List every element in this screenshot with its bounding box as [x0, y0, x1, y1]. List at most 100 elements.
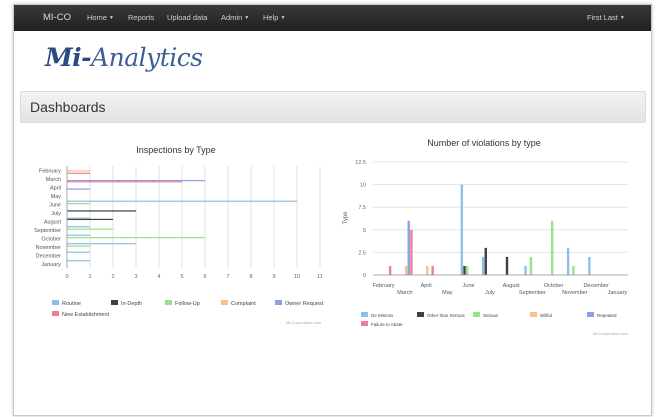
legend-label: New Establishment	[62, 312, 110, 318]
bar	[67, 245, 90, 247]
y-tick-label: 7.5	[358, 205, 366, 211]
bar	[67, 172, 90, 174]
bar	[67, 188, 90, 190]
bar	[588, 256, 591, 275]
legend-label: Owner Request	[285, 301, 324, 307]
x-tick-label: July	[485, 290, 495, 296]
legend-label: Failure to Abate	[371, 322, 403, 327]
x-tick-label: 1	[88, 274, 91, 280]
bar	[67, 260, 90, 262]
bar	[67, 181, 182, 183]
bar	[529, 256, 533, 275]
bar	[67, 203, 90, 205]
y-tick-label: December	[36, 253, 62, 259]
bar	[524, 265, 527, 275]
legend-label: Willful	[540, 313, 552, 318]
y-tick-label: 5	[363, 228, 366, 234]
bar	[550, 220, 554, 275]
legend-label: Serious	[483, 313, 499, 318]
bar	[67, 170, 90, 172]
legend-label: Follow-Up	[175, 301, 200, 307]
bar	[407, 220, 410, 275]
x-tick-label: October	[544, 283, 564, 289]
legend-swatch	[587, 312, 594, 317]
x-tick-label: 4	[157, 274, 160, 280]
bar	[484, 247, 487, 275]
x-tick-label: 5	[180, 274, 183, 280]
x-tick-label: 3	[134, 274, 137, 280]
legend-swatch	[165, 300, 172, 305]
x-tick-label: April	[421, 283, 432, 289]
legend-label: Repeated	[597, 313, 617, 318]
x-tick-label: May	[442, 290, 453, 296]
bar	[566, 247, 570, 275]
legend-swatch	[52, 311, 59, 316]
legend-swatch	[361, 321, 368, 326]
bar	[67, 237, 205, 239]
x-tick-label: 6	[203, 274, 206, 280]
y-tick-label: February	[39, 168, 61, 174]
legend-label: Complaint	[231, 301, 256, 307]
x-tick-label: 11	[317, 274, 323, 280]
x-tick-label: March	[397, 290, 412, 296]
bar	[67, 251, 90, 253]
chart-title: Number of violations by type	[427, 138, 541, 148]
bar	[388, 265, 392, 275]
bar	[67, 226, 90, 228]
legend-swatch	[221, 300, 228, 305]
y-tick-label: October	[41, 236, 61, 242]
bar	[67, 200, 297, 202]
x-tick-label: November	[562, 290, 588, 296]
bar	[426, 265, 429, 275]
y-axis-label: Type	[343, 211, 349, 225]
bar	[404, 265, 408, 275]
y-tick-label: 2.5	[358, 250, 366, 256]
x-tick-label: June	[463, 283, 475, 289]
legend-swatch	[52, 300, 59, 305]
y-tick-label: August	[44, 219, 62, 225]
x-tick-label: 8	[249, 274, 252, 280]
bar	[67, 234, 90, 236]
x-tick-label: September	[519, 290, 546, 296]
browser-page: MI-CO Home ▼ Reports Upload data Admin ▼ H…	[13, 4, 652, 416]
legend-label: Routine	[62, 301, 81, 307]
x-tick-label: 7	[226, 274, 229, 280]
y-tick-label: May	[51, 194, 62, 200]
y-tick-label: November	[36, 245, 62, 251]
bar	[67, 243, 136, 245]
x-tick-label: January	[608, 290, 628, 296]
x-tick-label: 10	[294, 274, 300, 280]
bar	[431, 265, 434, 275]
y-tick-label: March	[46, 177, 61, 183]
y-tick-label: 10	[360, 183, 366, 189]
bar	[460, 184, 464, 275]
x-tick-label: August	[503, 283, 521, 289]
dashboard-charts: Inspections by Type 0 1 2 3 4 5 6 7 8 9 10 11 Februar…	[34, 138, 629, 336]
x-tick-label: December	[583, 283, 609, 289]
y-tick-label: September	[34, 228, 61, 234]
y-tick-label: April	[50, 185, 61, 191]
bar	[410, 229, 413, 275]
bar	[67, 210, 136, 212]
bar	[67, 179, 205, 182]
legend-label: De Minimis	[371, 313, 394, 318]
y-tick-label: 0	[363, 273, 366, 279]
legend-swatch	[530, 312, 537, 317]
bar	[572, 265, 575, 275]
bar	[67, 217, 90, 219]
violations-chart: Number of violations by type Type 0 2.5 5 7.5…	[343, 138, 629, 336]
bar	[465, 265, 469, 275]
bar	[481, 256, 485, 275]
x-tick-label: 0	[65, 274, 68, 280]
chart-title: Inspections by Type	[136, 145, 215, 155]
legend-swatch	[275, 300, 282, 305]
legend-swatch	[111, 300, 118, 305]
y-tick-label: January	[41, 262, 61, 268]
chart-credit: Mi-Corporation.com	[286, 320, 322, 325]
bar	[67, 218, 113, 221]
y-tick-label: 12.5	[355, 160, 366, 166]
y-tick-label: June	[49, 202, 61, 208]
bar	[505, 256, 509, 275]
x-tick-label: 2	[111, 274, 114, 280]
legend-swatch	[473, 312, 480, 317]
